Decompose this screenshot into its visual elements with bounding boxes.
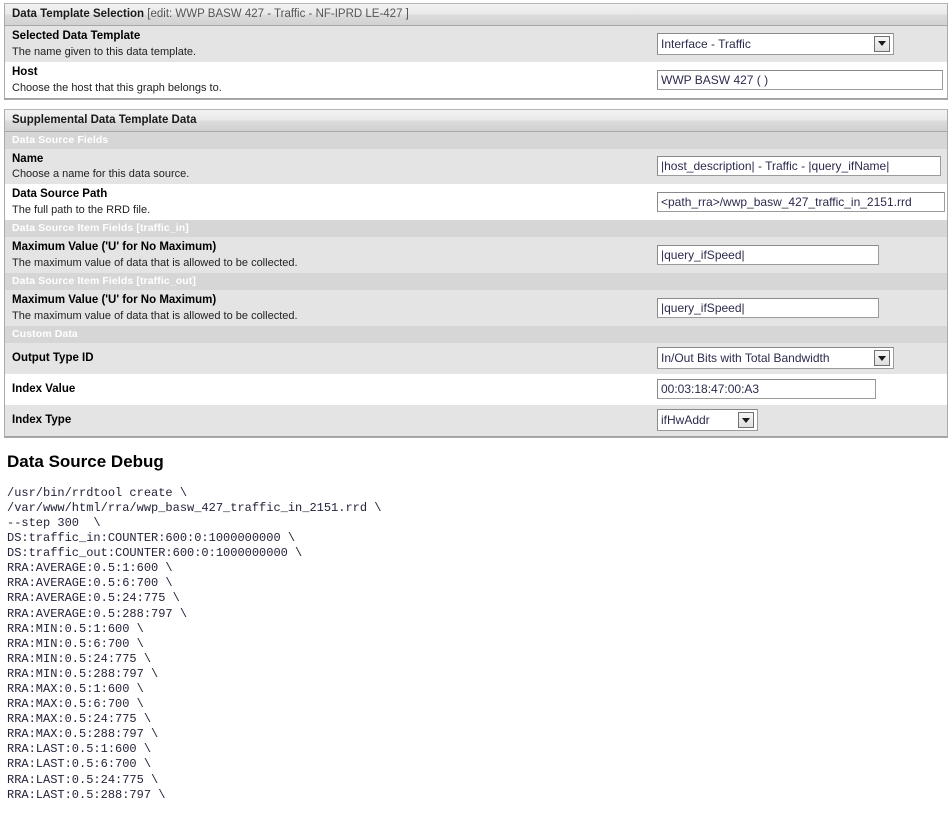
- debug-line: RRA:MIN:0.5:24:775 \: [7, 651, 152, 666]
- field-wrap-index-value: 00:03:18:47:00:A3: [655, 379, 947, 400]
- row-maximum-value-traffic-out: Maximum Value ('U' for No Maximum) The m…: [5, 289, 947, 326]
- chevron-down-icon[interactable]: [738, 412, 754, 429]
- row-selected-data-template: Selected Data Template The name given to…: [5, 26, 947, 62]
- panel-title-supplemental-text: Supplemental Data Template Data: [12, 113, 197, 126]
- input-maximum-value-out[interactable]: |query_ifSpeed|: [657, 297, 879, 318]
- debug-line: RRA:MAX:0.5:6:700 \: [7, 697, 144, 712]
- panel-title-edit-context: [edit: WWP BASW 427 - Traffic - NF-IPRD …: [147, 8, 409, 20]
- debug-line: RRA:MAX:0.5:24:775 \: [7, 712, 152, 727]
- select-output-type-id[interactable]: In/Out Bits with Total Bandwidth: [657, 347, 894, 370]
- desc-selected-data-template: The name given to this data template.: [12, 45, 197, 58]
- row-host: Host Choose the host that this graph bel…: [5, 61, 947, 98]
- debug-line: /usr/bin/rrdtool create \: [7, 485, 188, 500]
- field-wrap-maximum-value-out: |query_ifSpeed|: [655, 297, 947, 318]
- debug-line: /var/www/html/rra/wwp_basw_427_traffic_i…: [7, 500, 382, 515]
- label-name: Name: [12, 152, 44, 165]
- field-wrap-data-source-path: <path_rra>/wwp_basw_427_traffic_in_2151.…: [655, 192, 947, 213]
- data-source-debug-output: /usr/bin/rrdtool create \/var/www/html/r…: [7, 486, 949, 803]
- subheader-item-fields-traffic-in: Data Source Item Fields [traffic_in]: [5, 220, 947, 238]
- label-index-value: Index Value: [12, 382, 76, 395]
- label-data-source-path: Data Source Path: [12, 188, 108, 201]
- row-label-selected-data-template: Selected Data Template The name given to…: [5, 29, 655, 59]
- input-host[interactable]: WWP BASW 427 ( ): [657, 69, 943, 90]
- row-index-type: Index Type ifHwAddr: [5, 404, 947, 436]
- subheader-item-fields-traffic-out: Data Source Item Fields [traffic_out]: [5, 272, 947, 290]
- select-data-template-value: Interface - Traffic: [661, 36, 751, 51]
- debug-line: RRA:LAST:0.5:6:700 \: [7, 757, 152, 772]
- chevron-down-icon[interactable]: [874, 35, 890, 52]
- input-data-source-path[interactable]: <path_rra>/wwp_basw_427_traffic_in_2151.…: [657, 192, 945, 213]
- row-name: Name Choose a name for this data source.…: [5, 148, 947, 185]
- label-index-type: Index Type: [12, 413, 72, 426]
- desc-maximum-value-out: The maximum value of data that is allowe…: [12, 309, 298, 322]
- label-output-type-id: Output Type ID: [12, 351, 94, 364]
- label-maximum-value-out: Maximum Value ('U' for No Maximum): [12, 293, 217, 306]
- debug-line: RRA:AVERAGE:0.5:24:775 \: [7, 591, 180, 606]
- debug-line: --step 300 \: [7, 515, 101, 530]
- row-label-maximum-value-in: Maximum Value ('U' for No Maximum) The m…: [5, 240, 655, 270]
- row-label-data-source-path: Data Source Path The full path to the RR…: [5, 187, 655, 217]
- debug-line: RRA:MAX:0.5:288:797 \: [7, 727, 159, 742]
- field-wrap-selected-data-template: Interface - Traffic: [655, 32, 947, 55]
- row-label-output-type-id: Output Type ID: [5, 351, 655, 366]
- input-maximum-value-in[interactable]: |query_ifSpeed|: [657, 245, 879, 266]
- row-label-maximum-value-out: Maximum Value ('U' for No Maximum) The m…: [5, 293, 655, 323]
- debug-line: RRA:LAST:0.5:1:600 \: [7, 742, 152, 757]
- supplemental-panel-bottom-divider: [5, 435, 947, 437]
- row-label-index-value: Index Value: [5, 382, 655, 397]
- data-source-debug-title: Data Source Debug: [7, 451, 164, 471]
- row-label-name: Name Choose a name for this data source.: [5, 152, 655, 182]
- desc-host: Choose the host that this graph belongs …: [12, 81, 222, 94]
- panel-bottom-divider: [5, 97, 947, 99]
- subheader-custom-data: Custom Data: [5, 325, 947, 343]
- debug-line: RRA:AVERAGE:0.5:288:797 \: [7, 606, 188, 621]
- data-source-debug-section: Data Source Debug /usr/bin/rrdtool creat…: [0, 438, 949, 803]
- field-wrap-output-type-id: In/Out Bits with Total Bandwidth: [655, 347, 947, 370]
- select-data-template[interactable]: Interface - Traffic: [657, 32, 894, 55]
- debug-line: RRA:AVERAGE:0.5:1:600 \: [7, 561, 173, 576]
- subheader-data-source-fields: Data Source Fields: [5, 131, 947, 149]
- debug-line: DS:traffic_in:COUNTER:600:0:1000000000 \: [7, 531, 296, 546]
- data-template-selection-panel: Data Template Selection [edit: WWP BASW …: [4, 3, 948, 100]
- debug-line: RRA:LAST:0.5:24:775 \: [7, 772, 159, 787]
- input-index-value[interactable]: 00:03:18:47:00:A3: [657, 379, 876, 400]
- debug-line: RRA:AVERAGE:0.5:6:700 \: [7, 576, 173, 591]
- debug-line: RRA:MIN:0.5:288:797 \: [7, 666, 159, 681]
- debug-line: RRA:LAST:0.5:288:797 \: [7, 787, 166, 802]
- row-data-source-path: Data Source Path The full path to the RR…: [5, 184, 947, 221]
- select-index-type-value: ifHwAddr: [661, 413, 710, 428]
- debug-line: RRA:MIN:0.5:1:600 \: [7, 621, 144, 636]
- label-host: Host: [12, 65, 38, 78]
- field-wrap-host: WWP BASW 427 ( ): [655, 69, 947, 90]
- row-label-host: Host Choose the host that this graph bel…: [5, 65, 655, 95]
- panel-title-supplemental: Supplemental Data Template Data: [5, 109, 947, 132]
- input-name[interactable]: |host_description| - Traffic - |query_if…: [657, 156, 941, 177]
- debug-line: DS:traffic_out:COUNTER:600:0:1000000000 …: [7, 546, 303, 561]
- select-output-type-id-value: In/Out Bits with Total Bandwidth: [661, 351, 830, 366]
- panel-title-data-template-selection: Data Template Selection [edit: WWP BASW …: [5, 4, 947, 26]
- label-selected-data-template: Selected Data Template: [12, 30, 141, 42]
- debug-line: RRA:MAX:0.5:1:600 \: [7, 682, 144, 696]
- row-index-value: Index Value 00:03:18:47:00:A3: [5, 373, 947, 405]
- debug-line: RRA:MIN:0.5:6:700 \: [7, 636, 144, 651]
- select-index-type[interactable]: ifHwAddr: [657, 409, 758, 432]
- row-label-index-type: Index Type: [5, 413, 655, 428]
- chevron-down-icon[interactable]: [874, 350, 890, 367]
- row-maximum-value-traffic-in: Maximum Value ('U' for No Maximum) The m…: [5, 237, 947, 273]
- label-maximum-value-in: Maximum Value ('U' for No Maximum): [12, 241, 217, 254]
- field-wrap-name: |host_description| - Traffic - |query_if…: [655, 156, 947, 177]
- desc-data-source-path: The full path to the RRD file.: [12, 204, 151, 217]
- row-output-type-id: Output Type ID In/Out Bits with Total Ba…: [5, 342, 947, 374]
- supplemental-data-template-panel: Supplemental Data Template Data Data Sou…: [4, 108, 948, 438]
- field-wrap-index-type: ifHwAddr: [655, 409, 947, 432]
- panel-title-text: Data Template Selection: [12, 8, 145, 20]
- field-wrap-maximum-value-in: |query_ifSpeed|: [655, 245, 947, 266]
- desc-maximum-value-in: The maximum value of data that is allowe…: [12, 256, 298, 269]
- desc-name: Choose a name for this data source.: [12, 168, 190, 181]
